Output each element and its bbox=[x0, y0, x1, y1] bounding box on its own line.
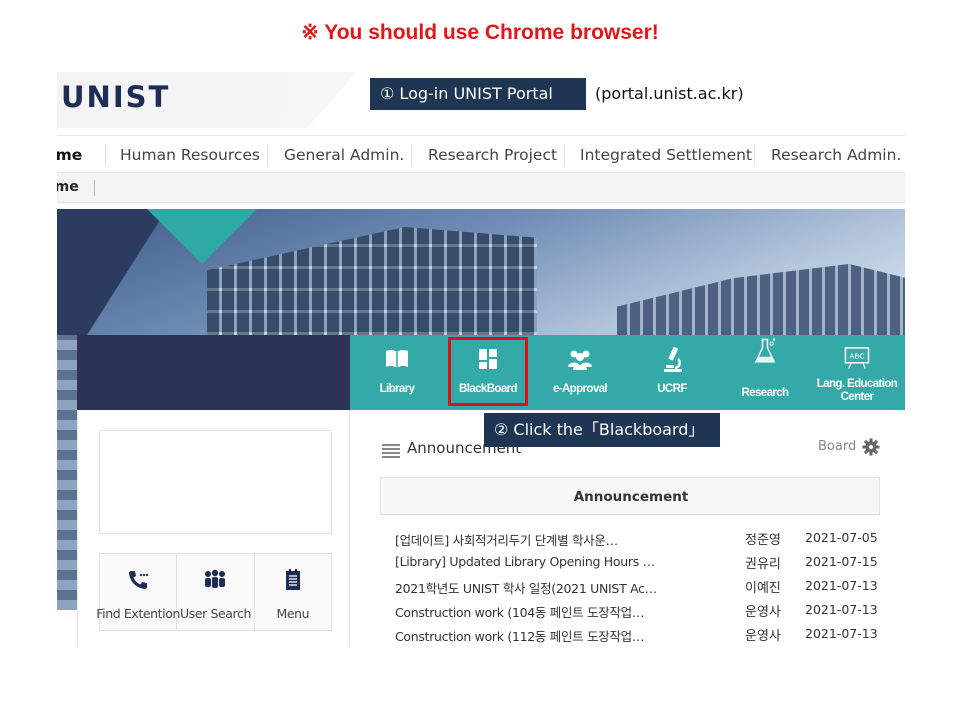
item-author: 정준영 bbox=[745, 533, 781, 548]
notebook-icon bbox=[285, 569, 300, 590]
abc-board-icon: ABC bbox=[844, 347, 870, 369]
tab-announcement[interactable]: Announcement bbox=[381, 478, 881, 516]
portal-url: (portal.unist.ac.kr) bbox=[595, 84, 744, 103]
gear-icon[interactable] bbox=[862, 438, 880, 456]
tool-menu[interactable]: Menu bbox=[255, 554, 331, 630]
menu-divider bbox=[754, 144, 755, 166]
quicklink-label: Library bbox=[379, 383, 415, 395]
announcement-tabbar: Announcement bbox=[380, 477, 880, 515]
people-icon bbox=[568, 350, 592, 370]
item-author: 이예진 bbox=[745, 581, 781, 596]
svg-text:ABC: ABC bbox=[849, 352, 864, 361]
item-title[interactable]: [업데이트] 사회적거리두기 단계별 학사운… bbox=[395, 530, 735, 549]
tool-shortcuts: Find Extention User Search Menu bbox=[96, 553, 332, 631]
flask-icon bbox=[754, 338, 776, 363]
quicklink-label: Research bbox=[741, 387, 790, 399]
item-author: 권유리 bbox=[745, 557, 781, 572]
item-date: 2021-07-13 bbox=[805, 626, 878, 641]
announcement-list: [업데이트] 사회적거리두기 단계별 학사운… 정준영 2021-07-05 [… bbox=[395, 527, 880, 647]
users-icon bbox=[205, 569, 226, 588]
quicklink-library[interactable]: Library bbox=[364, 335, 430, 410]
menu-research-project[interactable]: Research Project bbox=[428, 136, 557, 173]
list-icon bbox=[382, 444, 400, 458]
item-title[interactable]: 2021학년도 UNIST 학사 일정(2021 UNIST Ac… bbox=[395, 578, 735, 597]
quicklink-ucrf[interactable]: UCRF bbox=[638, 335, 706, 410]
board-link[interactable]: Board bbox=[818, 439, 856, 454]
menu-research-admin[interactable]: Research Admin. bbox=[771, 136, 901, 173]
tool-label: Menu bbox=[276, 606, 310, 621]
item-date: 2021-07-05 bbox=[805, 530, 878, 545]
item-title[interactable]: [Library] Updated Library Opening Hours … bbox=[395, 554, 735, 569]
breadcrumb-bar: ome bbox=[57, 173, 905, 203]
quicklink-research[interactable]: Research bbox=[730, 335, 800, 410]
phone-icon bbox=[129, 571, 149, 589]
menu-home[interactable]: ome bbox=[57, 136, 82, 173]
quicklink-label: e-Approval bbox=[552, 383, 608, 395]
microscope-icon bbox=[664, 347, 682, 372]
menu-human-resources[interactable]: Human Resources bbox=[120, 136, 260, 173]
item-title[interactable]: Construction work (112동 페인트 도장작업… bbox=[395, 626, 735, 645]
quicklink-bar: Library BlackBoard e-Approval UCRF Resea… bbox=[350, 335, 905, 410]
step2-callout: ② Click the「Blackboard」 bbox=[484, 413, 720, 447]
quicklink-label: UCRF bbox=[657, 383, 687, 395]
main-menu: ome Human Resources General Admin. Resea… bbox=[57, 135, 905, 173]
list-item[interactable]: Construction work (112동 페인트 도장작업… 운영사 20… bbox=[395, 623, 880, 647]
quicklink-label: Lang. Education Center bbox=[816, 378, 898, 403]
tool-label: Find Extention bbox=[96, 606, 181, 621]
item-date: 2021-07-13 bbox=[805, 578, 878, 593]
browser-notice: ※ You should use Chrome browser! bbox=[301, 21, 659, 44]
unist-logo[interactable]: UNIST bbox=[61, 80, 170, 114]
campus-banner bbox=[57, 209, 905, 335]
step1-callout: ① Log-in UNIST Portal bbox=[370, 78, 586, 110]
list-item[interactable]: [업데이트] 사회적거리두기 단계별 학사운… 정준영 2021-07-05 bbox=[395, 527, 880, 551]
list-item[interactable]: Construction work (104동 페인트 도장작업… 운영사 20… bbox=[395, 599, 880, 623]
login-box[interactable] bbox=[99, 430, 332, 534]
menu-general-admin[interactable]: General Admin. bbox=[284, 136, 404, 173]
left-photo-strip bbox=[57, 335, 77, 610]
quicklink-lang-education-center[interactable]: ABC Lang. Education Center bbox=[816, 335, 898, 410]
item-date: 2021-07-15 bbox=[805, 554, 878, 569]
menu-divider bbox=[105, 144, 106, 166]
tool-find-extension[interactable]: Find Extention bbox=[96, 554, 180, 630]
tool-user-search[interactable]: User Search bbox=[177, 554, 255, 630]
item-title[interactable]: Construction work (104동 페인트 도장작업… bbox=[395, 602, 735, 621]
breadcrumb-divider bbox=[94, 180, 95, 196]
portal-screenshot: UNIST ① Log-in UNIST Portal (portal.unis… bbox=[57, 72, 905, 647]
menu-divider bbox=[564, 144, 565, 166]
item-date: 2021-07-13 bbox=[805, 602, 878, 617]
navy-band bbox=[77, 335, 350, 410]
item-author: 운영사 bbox=[745, 605, 781, 620]
quicklink-e-approval[interactable]: e-Approval bbox=[542, 335, 618, 410]
book-icon bbox=[386, 349, 408, 368]
blackboard-highlight-box bbox=[448, 337, 528, 406]
menu-integrated-settlement[interactable]: Integrated Settlement bbox=[580, 136, 752, 173]
menu-divider bbox=[411, 144, 412, 166]
list-item[interactable]: 2021학년도 UNIST 학사 일정(2021 UNIST Ac… 이예진 2… bbox=[395, 575, 880, 599]
tool-label: User Search bbox=[179, 606, 251, 621]
item-author: 운영사 bbox=[745, 629, 781, 644]
breadcrumb-home[interactable]: ome bbox=[57, 179, 79, 195]
menu-divider bbox=[267, 144, 268, 166]
list-item[interactable]: [Library] Updated Library Opening Hours … bbox=[395, 551, 880, 575]
